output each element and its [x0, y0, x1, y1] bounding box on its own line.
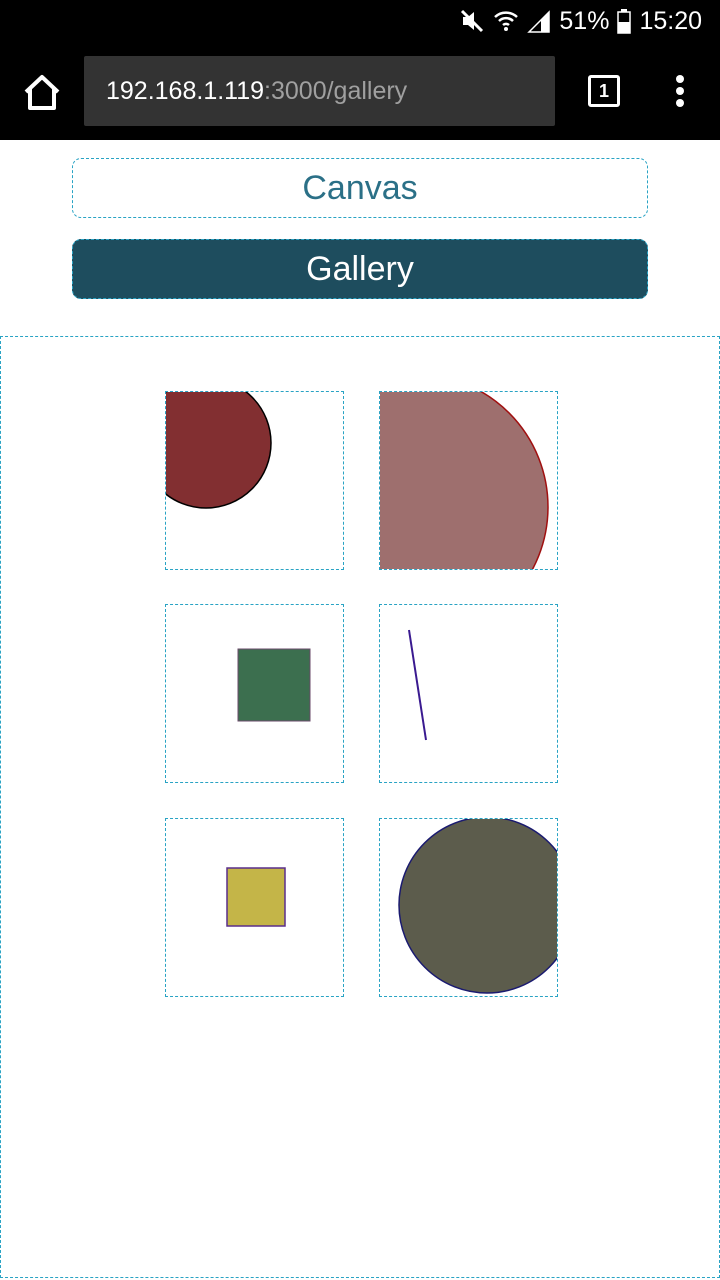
gallery-thumbnail-1[interactable]: [165, 391, 344, 570]
circle-shape: [166, 392, 272, 509]
canvas-button[interactable]: Canvas: [72, 158, 648, 218]
more-vert-icon[interactable]: [670, 74, 690, 108]
battery-percent: 51%: [559, 6, 610, 35]
gallery-thumbnail-3[interactable]: [165, 604, 344, 783]
browser-toolbar: 192.168.1.119:3000/gallery 1: [0, 42, 720, 140]
line-shape: [408, 629, 427, 741]
circle-shape: [380, 392, 549, 569]
gallery-container: [0, 336, 720, 1278]
signal-icon: [527, 8, 551, 34]
address-bar[interactable]: 192.168.1.119:3000/gallery: [84, 56, 555, 126]
square-shape: [226, 867, 286, 927]
url-path: :3000/gallery: [264, 76, 408, 105]
gallery-thumbnail-5[interactable]: [165, 818, 344, 997]
gallery-button[interactable]: Gallery: [72, 239, 648, 299]
shape-square-3: [237, 648, 311, 722]
status-bar: 51% 15:20: [0, 0, 720, 42]
circle-shape: [398, 819, 557, 994]
tab-switcher-button[interactable]: 1: [588, 75, 620, 107]
gallery-thumbnail-6[interactable]: [379, 818, 558, 997]
shape-circle-6: [398, 819, 557, 994]
gallery-thumbnail-4[interactable]: [379, 604, 558, 783]
shape-circle-2: [380, 392, 549, 569]
status-icons: 51% 15:20: [459, 0, 702, 42]
shape-line-4: [408, 629, 427, 741]
gallery-thumbnail-2[interactable]: [379, 391, 558, 570]
shape-circle-1: [166, 392, 272, 509]
clock: 15:20: [639, 6, 702, 35]
square-shape: [237, 648, 311, 722]
battery-icon: [617, 8, 632, 34]
url-host: 192.168.1.119: [106, 76, 265, 105]
wifi-icon: [493, 8, 519, 34]
mute-icon: [459, 8, 485, 34]
home-icon[interactable]: [20, 72, 64, 112]
shape-square-5: [226, 867, 286, 927]
